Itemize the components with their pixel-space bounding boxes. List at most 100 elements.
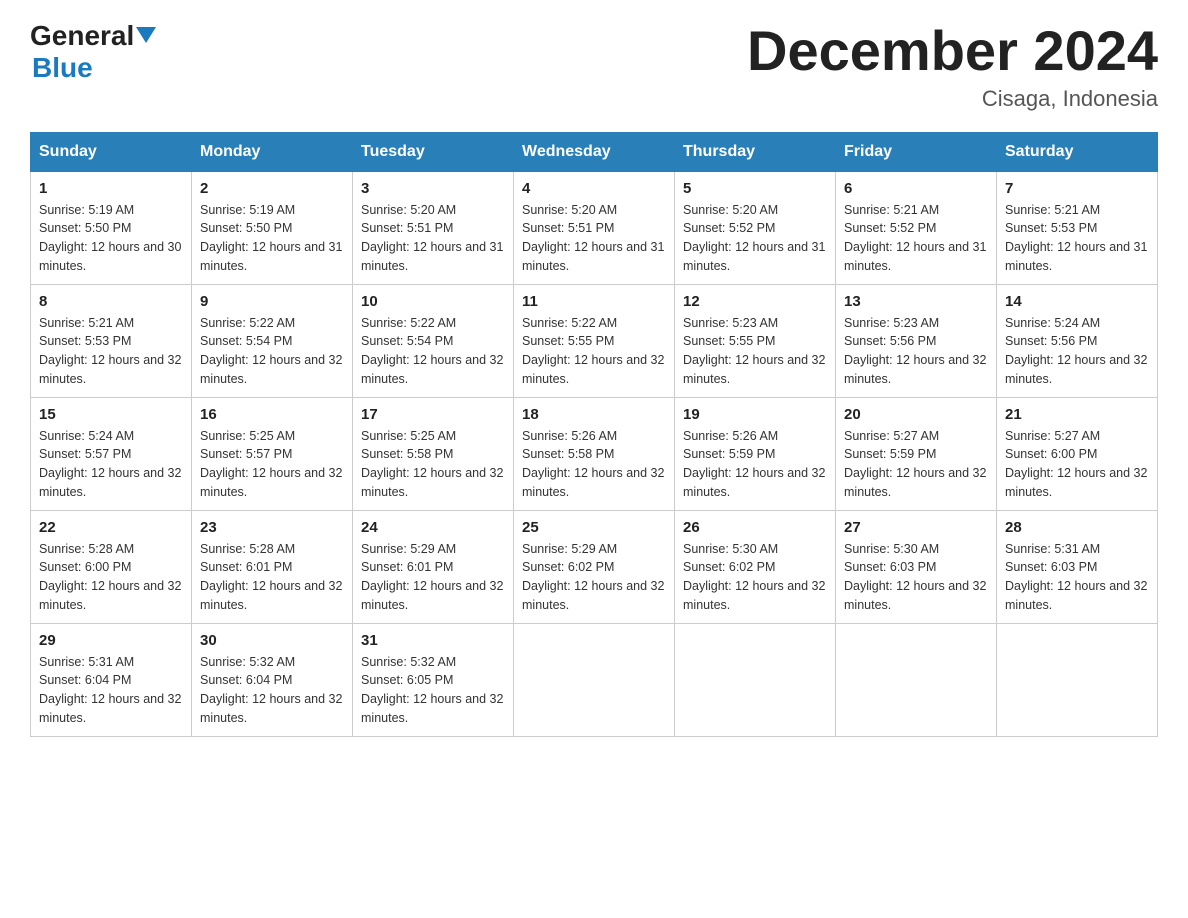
calendar-day-cell: 11 Sunrise: 5:22 AM Sunset: 5:55 PM Dayl… (514, 284, 675, 397)
day-info: Sunrise: 5:24 AM Sunset: 5:57 PM Dayligh… (39, 427, 183, 502)
day-info: Sunrise: 5:23 AM Sunset: 5:55 PM Dayligh… (683, 314, 827, 389)
col-friday: Friday (836, 132, 997, 171)
day-info: Sunrise: 5:28 AM Sunset: 6:01 PM Dayligh… (200, 540, 344, 615)
calendar-day-cell: 28 Sunrise: 5:31 AM Sunset: 6:03 PM Dayl… (997, 510, 1158, 623)
day-info: Sunrise: 5:25 AM Sunset: 5:57 PM Dayligh… (200, 427, 344, 502)
day-number: 23 (200, 519, 344, 536)
col-sunday: Sunday (31, 132, 192, 171)
day-info: Sunrise: 5:30 AM Sunset: 6:02 PM Dayligh… (683, 540, 827, 615)
day-number: 6 (844, 180, 988, 197)
day-info: Sunrise: 5:19 AM Sunset: 5:50 PM Dayligh… (39, 201, 183, 276)
day-number: 31 (361, 632, 505, 649)
day-number: 13 (844, 293, 988, 310)
day-info: Sunrise: 5:20 AM Sunset: 5:51 PM Dayligh… (522, 201, 666, 276)
col-monday: Monday (192, 132, 353, 171)
calendar-day-cell (514, 623, 675, 736)
calendar-day-cell: 5 Sunrise: 5:20 AM Sunset: 5:52 PM Dayli… (675, 171, 836, 284)
day-number: 14 (1005, 293, 1149, 310)
day-number: 3 (361, 180, 505, 197)
calendar-day-cell: 19 Sunrise: 5:26 AM Sunset: 5:59 PM Dayl… (675, 397, 836, 510)
day-number: 25 (522, 519, 666, 536)
day-info: Sunrise: 5:31 AM Sunset: 6:03 PM Dayligh… (1005, 540, 1149, 615)
calendar-day-cell: 22 Sunrise: 5:28 AM Sunset: 6:00 PM Dayl… (31, 510, 192, 623)
day-number: 1 (39, 180, 183, 197)
day-info: Sunrise: 5:21 AM Sunset: 5:53 PM Dayligh… (39, 314, 183, 389)
calendar-day-cell: 1 Sunrise: 5:19 AM Sunset: 5:50 PM Dayli… (31, 171, 192, 284)
day-number: 2 (200, 180, 344, 197)
day-number: 18 (522, 406, 666, 423)
calendar-day-cell: 26 Sunrise: 5:30 AM Sunset: 6:02 PM Dayl… (675, 510, 836, 623)
calendar-day-cell: 2 Sunrise: 5:19 AM Sunset: 5:50 PM Dayli… (192, 171, 353, 284)
calendar-week-row: 29 Sunrise: 5:31 AM Sunset: 6:04 PM Dayl… (31, 623, 1158, 736)
day-info: Sunrise: 5:31 AM Sunset: 6:04 PM Dayligh… (39, 653, 183, 728)
calendar-day-cell: 15 Sunrise: 5:24 AM Sunset: 5:57 PM Dayl… (31, 397, 192, 510)
day-number: 24 (361, 519, 505, 536)
calendar-day-cell: 12 Sunrise: 5:23 AM Sunset: 5:55 PM Dayl… (675, 284, 836, 397)
day-info: Sunrise: 5:32 AM Sunset: 6:04 PM Dayligh… (200, 653, 344, 728)
col-tuesday: Tuesday (353, 132, 514, 171)
day-number: 19 (683, 406, 827, 423)
day-number: 12 (683, 293, 827, 310)
day-info: Sunrise: 5:20 AM Sunset: 5:51 PM Dayligh… (361, 201, 505, 276)
calendar-day-cell: 8 Sunrise: 5:21 AM Sunset: 5:53 PM Dayli… (31, 284, 192, 397)
calendar-day-cell: 25 Sunrise: 5:29 AM Sunset: 6:02 PM Dayl… (514, 510, 675, 623)
day-number: 29 (39, 632, 183, 649)
day-number: 28 (1005, 519, 1149, 536)
day-info: Sunrise: 5:28 AM Sunset: 6:00 PM Dayligh… (39, 540, 183, 615)
logo: General Blue (30, 20, 158, 84)
calendar-day-cell (836, 623, 997, 736)
calendar-day-cell: 31 Sunrise: 5:32 AM Sunset: 6:05 PM Dayl… (353, 623, 514, 736)
day-info: Sunrise: 5:32 AM Sunset: 6:05 PM Dayligh… (361, 653, 505, 728)
calendar-day-cell: 29 Sunrise: 5:31 AM Sunset: 6:04 PM Dayl… (31, 623, 192, 736)
calendar-day-cell: 10 Sunrise: 5:22 AM Sunset: 5:54 PM Dayl… (353, 284, 514, 397)
day-info: Sunrise: 5:21 AM Sunset: 5:52 PM Dayligh… (844, 201, 988, 276)
calendar-day-cell: 16 Sunrise: 5:25 AM Sunset: 5:57 PM Dayl… (192, 397, 353, 510)
calendar-day-cell: 18 Sunrise: 5:26 AM Sunset: 5:58 PM Dayl… (514, 397, 675, 510)
day-info: Sunrise: 5:27 AM Sunset: 6:00 PM Dayligh… (1005, 427, 1149, 502)
calendar-day-cell: 7 Sunrise: 5:21 AM Sunset: 5:53 PM Dayli… (997, 171, 1158, 284)
day-number: 9 (200, 293, 344, 310)
calendar-week-row: 1 Sunrise: 5:19 AM Sunset: 5:50 PM Dayli… (31, 171, 1158, 284)
day-number: 5 (683, 180, 827, 197)
day-number: 16 (200, 406, 344, 423)
day-number: 15 (39, 406, 183, 423)
calendar-day-cell: 21 Sunrise: 5:27 AM Sunset: 6:00 PM Dayl… (997, 397, 1158, 510)
day-info: Sunrise: 5:25 AM Sunset: 5:58 PM Dayligh… (361, 427, 505, 502)
calendar-day-cell: 20 Sunrise: 5:27 AM Sunset: 5:59 PM Dayl… (836, 397, 997, 510)
day-info: Sunrise: 5:21 AM Sunset: 5:53 PM Dayligh… (1005, 201, 1149, 276)
day-number: 30 (200, 632, 344, 649)
calendar-title: December 2024 (747, 20, 1158, 82)
day-info: Sunrise: 5:30 AM Sunset: 6:03 PM Dayligh… (844, 540, 988, 615)
calendar-day-cell (997, 623, 1158, 736)
calendar-table: Sunday Monday Tuesday Wednesday Thursday… (30, 132, 1158, 737)
col-saturday: Saturday (997, 132, 1158, 171)
day-info: Sunrise: 5:22 AM Sunset: 5:55 PM Dayligh… (522, 314, 666, 389)
calendar-header: Sunday Monday Tuesday Wednesday Thursday… (31, 132, 1158, 171)
title-block: December 2024 Cisaga, Indonesia (747, 20, 1158, 112)
calendar-day-cell: 30 Sunrise: 5:32 AM Sunset: 6:04 PM Dayl… (192, 623, 353, 736)
logo-triangle-icon (136, 23, 158, 45)
day-info: Sunrise: 5:29 AM Sunset: 6:01 PM Dayligh… (361, 540, 505, 615)
day-number: 26 (683, 519, 827, 536)
day-number: 27 (844, 519, 988, 536)
day-number: 11 (522, 293, 666, 310)
day-number: 8 (39, 293, 183, 310)
col-thursday: Thursday (675, 132, 836, 171)
calendar-day-cell: 23 Sunrise: 5:28 AM Sunset: 6:01 PM Dayl… (192, 510, 353, 623)
logo-blue-text: Blue (32, 52, 93, 83)
day-number: 7 (1005, 180, 1149, 197)
day-number: 17 (361, 406, 505, 423)
day-info: Sunrise: 5:26 AM Sunset: 5:59 PM Dayligh… (683, 427, 827, 502)
calendar-day-cell: 14 Sunrise: 5:24 AM Sunset: 5:56 PM Dayl… (997, 284, 1158, 397)
day-info: Sunrise: 5:24 AM Sunset: 5:56 PM Dayligh… (1005, 314, 1149, 389)
weekday-row: Sunday Monday Tuesday Wednesday Thursday… (31, 132, 1158, 171)
calendar-week-row: 22 Sunrise: 5:28 AM Sunset: 6:00 PM Dayl… (31, 510, 1158, 623)
calendar-day-cell: 6 Sunrise: 5:21 AM Sunset: 5:52 PM Dayli… (836, 171, 997, 284)
calendar-day-cell: 9 Sunrise: 5:22 AM Sunset: 5:54 PM Dayli… (192, 284, 353, 397)
day-info: Sunrise: 5:19 AM Sunset: 5:50 PM Dayligh… (200, 201, 344, 276)
day-number: 4 (522, 180, 666, 197)
calendar-week-row: 15 Sunrise: 5:24 AM Sunset: 5:57 PM Dayl… (31, 397, 1158, 510)
calendar-day-cell: 13 Sunrise: 5:23 AM Sunset: 5:56 PM Dayl… (836, 284, 997, 397)
calendar-week-row: 8 Sunrise: 5:21 AM Sunset: 5:53 PM Dayli… (31, 284, 1158, 397)
calendar-subtitle: Cisaga, Indonesia (747, 86, 1158, 112)
